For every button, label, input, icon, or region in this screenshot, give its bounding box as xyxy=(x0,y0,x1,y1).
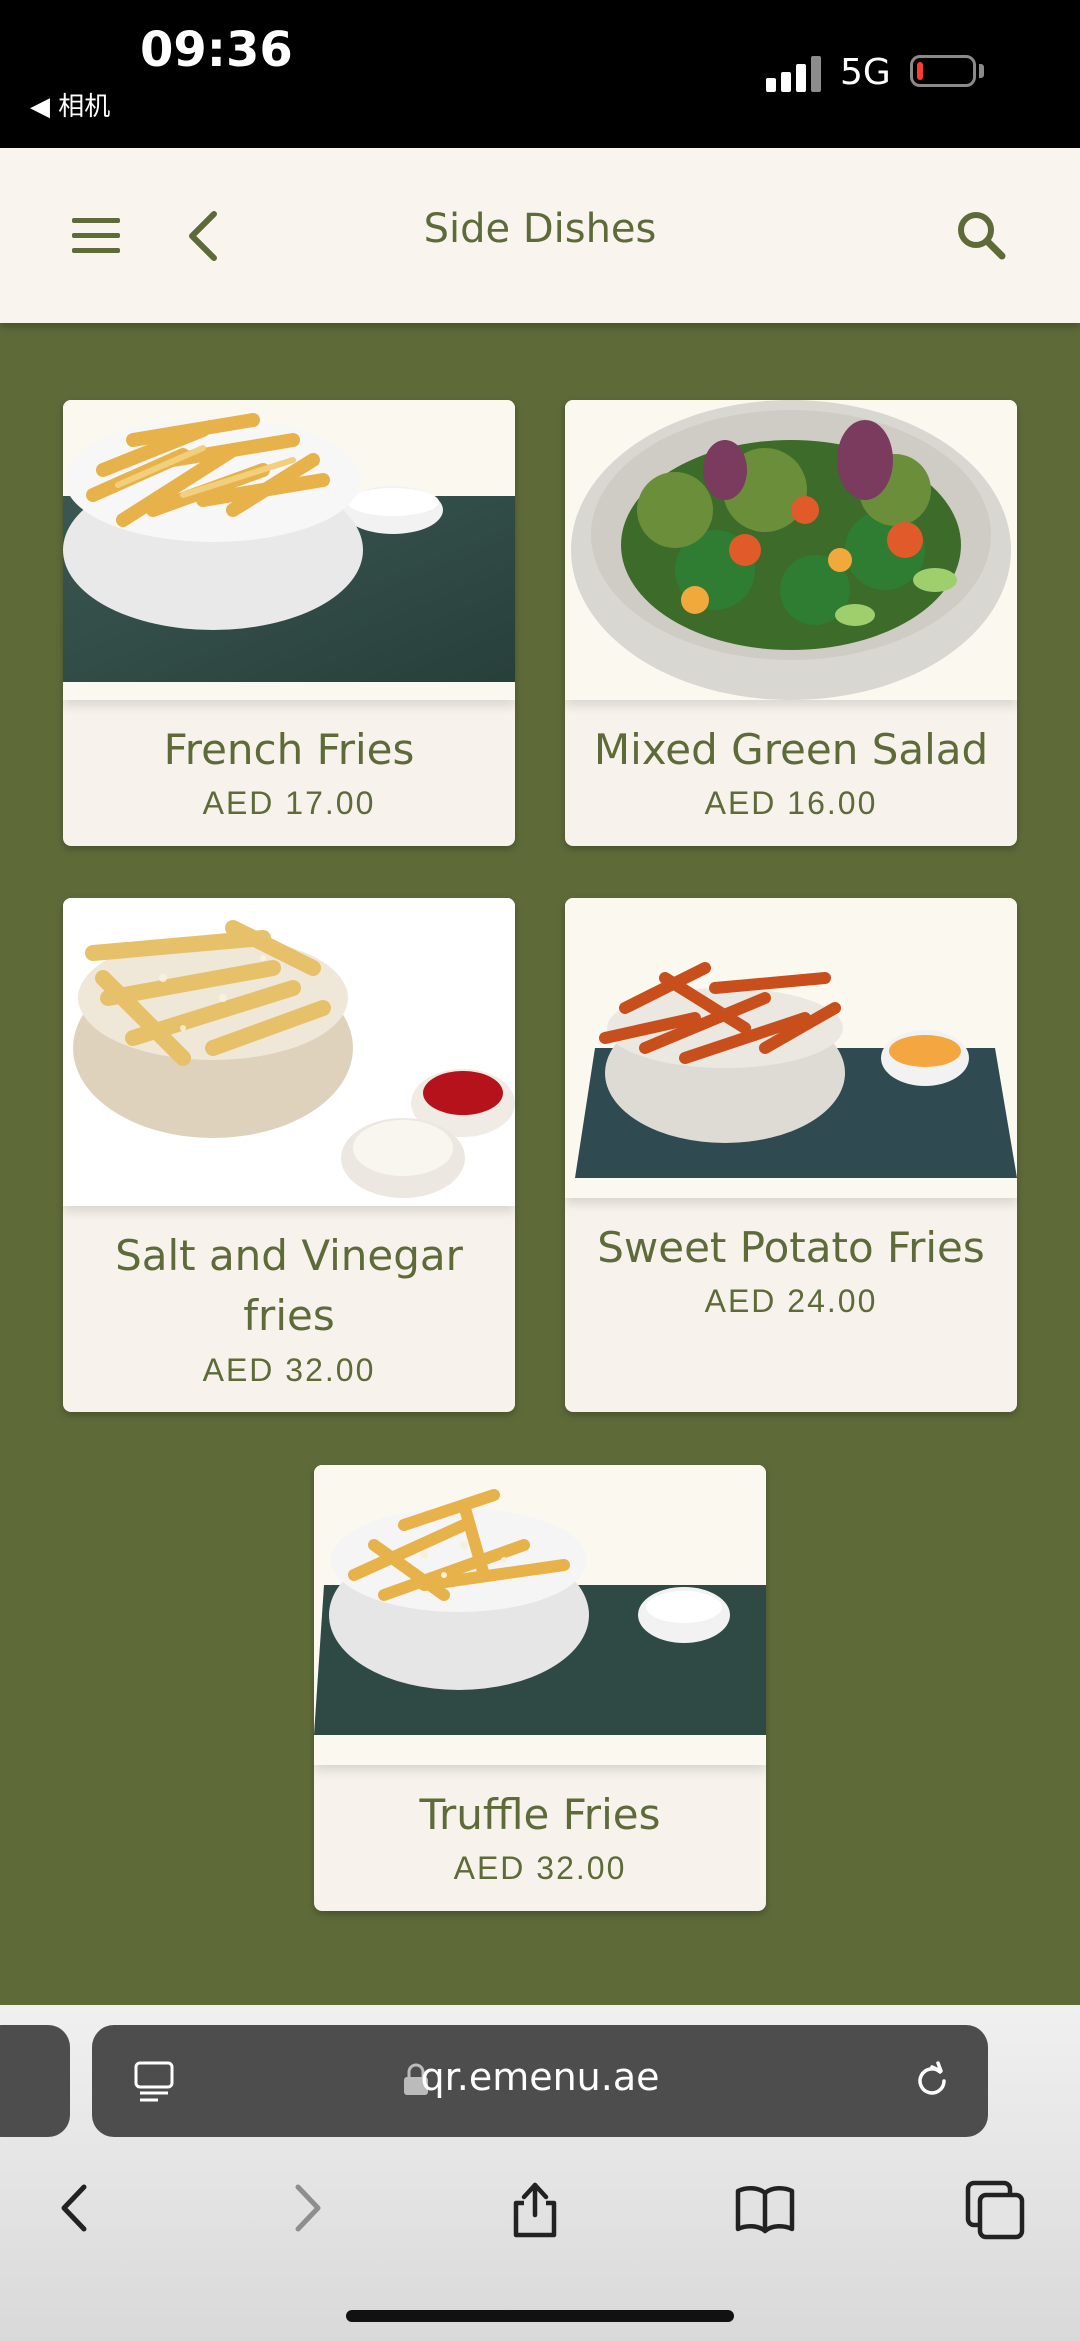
french-fries-image xyxy=(63,400,515,700)
menu-item-name: Sweet Potato Fries xyxy=(597,1223,985,1272)
mixed-green-salad-image xyxy=(565,400,1017,700)
salt-and-vinegar-fries-image xyxy=(63,898,515,1206)
menu-item-price: AED 32.00 xyxy=(453,1850,627,1886)
bookmarks-icon[interactable] xyxy=(730,2173,800,2243)
battery-icon xyxy=(910,55,976,87)
menu-item-card[interactable]: French Fries AED 17.00 xyxy=(63,400,515,846)
menu-item-card[interactable]: Salt and Vinegar fries AED 32.00 xyxy=(63,898,515,1412)
menu-item-name: Truffle Fries xyxy=(419,1790,661,1839)
url-text: qr.emenu.ae xyxy=(420,2055,660,2099)
menu-item-price: AED 32.00 xyxy=(202,1352,376,1388)
menu-item-price: AED 16.00 xyxy=(704,785,878,821)
reload-icon[interactable] xyxy=(910,2059,954,2103)
home-indicator[interactable] xyxy=(346,2310,734,2322)
page-title: Side Dishes xyxy=(423,206,657,252)
back-to-app-link[interactable]: ◀ 相机 xyxy=(30,86,110,123)
battery-cap xyxy=(979,64,984,78)
truffle-fries-image xyxy=(314,1465,766,1765)
menu-item-price: AED 24.00 xyxy=(704,1283,878,1319)
menu-item-card[interactable]: Sweet Potato Fries AED 24.00 xyxy=(565,898,1017,1412)
forward-icon[interactable] xyxy=(272,2173,342,2243)
back-icon[interactable] xyxy=(40,2173,110,2243)
menu-item-name: Salt and Vinegar fries xyxy=(115,1231,463,1340)
menu-item-card[interactable]: Truffle Fries AED 32.00 xyxy=(314,1465,766,1911)
sweet-potato-fries-image xyxy=(565,898,1017,1198)
previous-tab-peek[interactable] xyxy=(0,2025,70,2137)
network-type: 5G xyxy=(840,52,891,93)
share-icon[interactable] xyxy=(500,2173,570,2243)
status-time: 09:36 xyxy=(140,22,293,78)
app-header: Side Dishes xyxy=(0,148,1080,323)
address-bar[interactable]: qr.emenu.ae xyxy=(92,2025,988,2137)
battery-level xyxy=(917,62,923,80)
menu-item-price: AED 17.00 xyxy=(202,785,376,821)
menu-item-name: Mixed Green Salad xyxy=(593,725,989,774)
menu-item-name: French Fries xyxy=(163,725,415,774)
search-icon[interactable] xyxy=(954,208,1010,264)
cellular-signal-icon xyxy=(766,56,822,92)
browser-bottom-bar: qr.emenu.ae xyxy=(0,2005,1080,2341)
tabs-icon[interactable] xyxy=(960,2173,1030,2243)
status-bar: 09:36 ◀ 相机 5G xyxy=(0,0,1080,148)
menu-item-card[interactable]: Mixed Green Salad AED 16.00 xyxy=(565,400,1017,846)
